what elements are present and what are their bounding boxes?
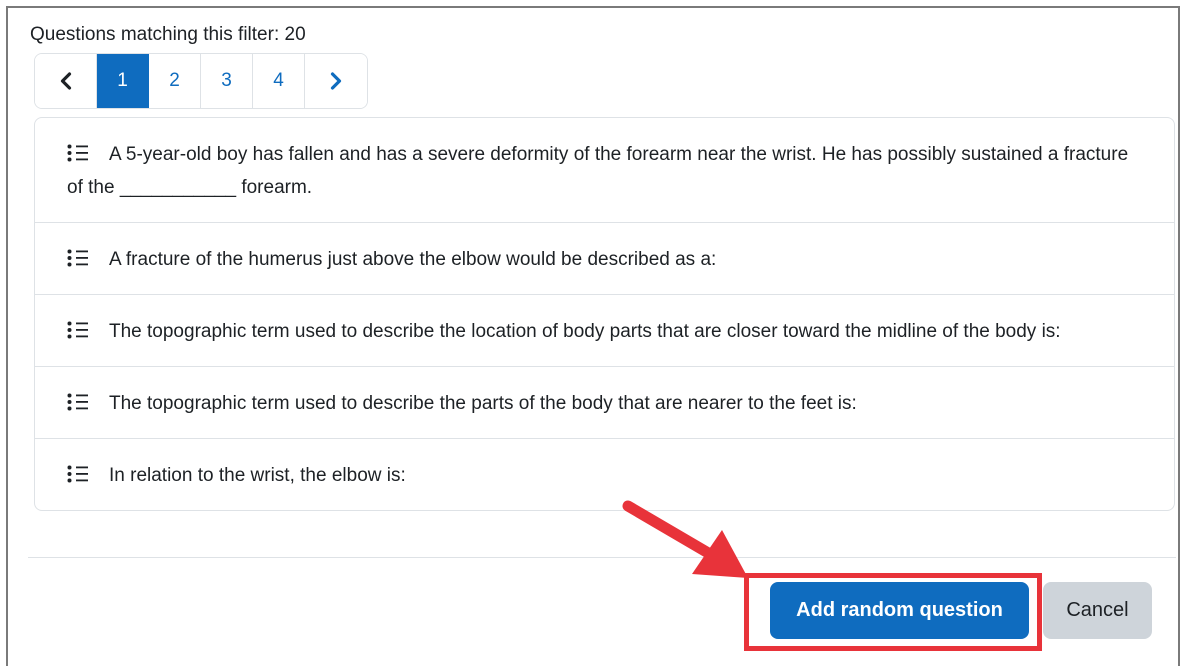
question-item-4: The topographic term used to describe th… [35,367,1174,439]
pagination-page-1[interactable]: 1 [97,54,149,108]
add-random-question-button[interactable]: Add random question [770,582,1029,639]
list-icon [67,144,89,162]
filter-count-label: Questions matching this filter: 20 [30,24,306,45]
pagination-next-button[interactable] [305,54,367,108]
question-item-2: A fracture of the humerus just above the… [35,223,1174,295]
question-item-3: The topographic term used to describe th… [35,295,1174,367]
question-text: A 5-year-old boy has fallen and has a se… [67,144,1129,198]
list-icon [67,393,89,411]
list-icon [67,465,89,483]
question-text: The topographic term used to describe th… [109,393,857,414]
list-icon [67,249,89,267]
question-item-5: In relation to the wrist, the elbow is: [35,439,1174,510]
question-item-1: A 5-year-old boy has fallen and has a se… [35,118,1174,223]
cancel-button[interactable]: Cancel [1043,582,1152,639]
question-text: A fracture of the humerus just above the… [109,249,717,270]
pagination-page-3[interactable]: 3 [201,54,253,108]
list-icon [67,321,89,339]
footer-divider [28,557,1176,558]
pagination: 1 2 3 4 [34,53,368,109]
chevron-left-icon [59,72,73,90]
pagination-page-2[interactable]: 2 [149,54,201,108]
question-text: The topographic term used to describe th… [109,321,1061,342]
pagination-prev-button[interactable] [35,54,97,108]
question-text: In relation to the wrist, the elbow is: [109,465,406,486]
chevron-right-icon [329,72,343,90]
question-list: A 5-year-old boy has fallen and has a se… [34,117,1175,511]
pagination-page-4[interactable]: 4 [253,54,305,108]
